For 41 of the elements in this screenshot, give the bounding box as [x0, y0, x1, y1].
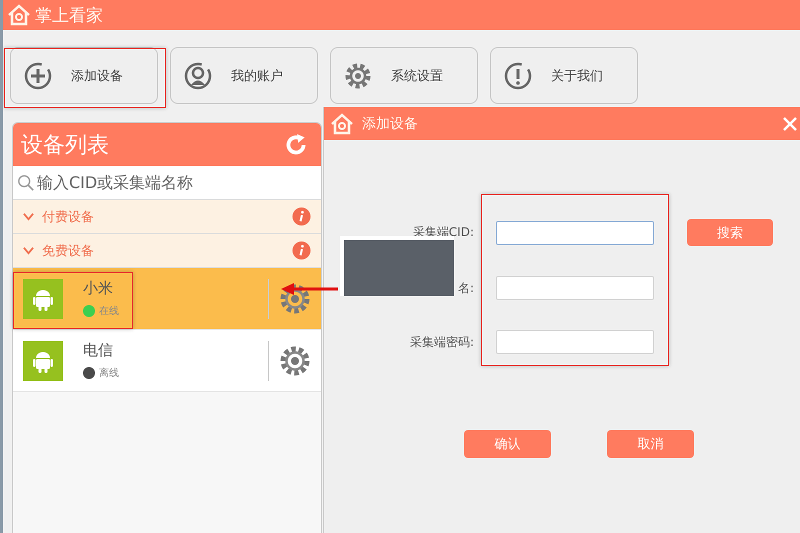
- dialog-title: 添加设备: [362, 114, 419, 132]
- status-text: 离线: [99, 366, 119, 380]
- device-name: 小米: [83, 279, 114, 298]
- device-row[interactable]: 电信 离线: [13, 330, 321, 392]
- plus-icon: [23, 60, 53, 90]
- gear-icon: [343, 60, 373, 90]
- arrow: [280, 282, 340, 296]
- group-header[interactable]: 付费设备: [13, 200, 321, 234]
- chevron-icon: [23, 211, 34, 222]
- chevron-icon: [23, 245, 34, 256]
- field-label: 名:: [458, 280, 474, 296]
- input-field[interactable]: [496, 330, 654, 354]
- android-icon: [23, 278, 63, 318]
- info-icon[interactable]: [292, 241, 311, 260]
- device-name: 电信: [83, 341, 114, 360]
- house-icon: [330, 112, 354, 136]
- info-icon[interactable]: [292, 207, 311, 226]
- toolbar-button[interactable]: 我的账户: [170, 47, 318, 104]
- search-field[interactable]: 输入CID或采集端名称: [13, 166, 321, 199]
- toolbar-button[interactable]: 关于我们: [490, 47, 638, 104]
- device-row[interactable]: 小米 在线: [13, 268, 321, 330]
- dialog-button[interactable]: 确认: [464, 430, 551, 458]
- search-icon: [17, 174, 35, 192]
- toolbar-button[interactable]: 添加设备: [10, 47, 158, 104]
- panel-title: 设备列表: [21, 132, 109, 160]
- search-button[interactable]: 搜索: [687, 219, 773, 246]
- input-field[interactable]: [496, 276, 654, 300]
- window-title: 掌上看家: [35, 4, 103, 26]
- user-icon: [183, 60, 213, 90]
- house-icon: [7, 3, 31, 27]
- gear-icon[interactable]: [279, 344, 311, 376]
- status-text: 在线: [99, 304, 119, 318]
- group-header[interactable]: 免费设备: [13, 234, 321, 268]
- field-label: 采集端密码:: [410, 334, 474, 350]
- close-icon[interactable]: [782, 116, 798, 132]
- input-field[interactable]: [496, 220, 654, 244]
- gear-icon[interactable]: [279, 282, 311, 314]
- exclamation-icon: [503, 60, 533, 90]
- dialog-button[interactable]: 取消: [607, 430, 694, 458]
- android-icon: [23, 340, 63, 380]
- toolbar-button[interactable]: 系统设置: [330, 47, 478, 104]
